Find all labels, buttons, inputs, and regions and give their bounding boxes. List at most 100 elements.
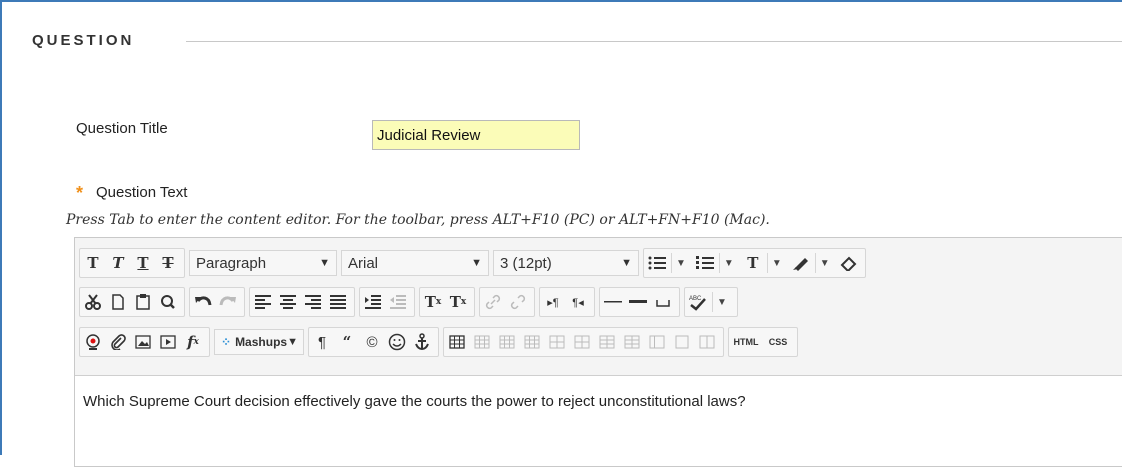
- copy-icon[interactable]: [107, 289, 129, 315]
- html-button[interactable]: HTML: [731, 329, 761, 355]
- script-group: Tx Tx: [419, 287, 475, 317]
- horizontal-line-icon[interactable]: [602, 289, 624, 315]
- font-family-select-value: Arial: [348, 254, 379, 272]
- question-text-label: Question Text: [96, 184, 188, 201]
- paragraph-select-value: Paragraph: [196, 254, 267, 272]
- unlink-icon[interactable]: [507, 289, 529, 315]
- align-right-icon[interactable]: [302, 289, 324, 315]
- editor-content[interactable]: Which Supreme Court decision effectively…: [83, 393, 746, 410]
- insert-media-group: fx: [79, 327, 210, 357]
- table-insert-row-icon[interactable]: [546, 329, 568, 355]
- table-cell-icon[interactable]: [521, 329, 543, 355]
- text-color-icon: T: [747, 254, 759, 272]
- css-button[interactable]: CSS: [764, 329, 792, 355]
- eraser-icon[interactable]: [838, 250, 860, 276]
- chevron-down-icon: ▼: [287, 336, 298, 348]
- toolbar-row-1: T T T T Paragraph ▼ Arial ▼ 3 (12pt) ▼ ▼…: [79, 246, 870, 280]
- chevron-down-icon[interactable]: ▼: [766, 253, 786, 273]
- source-group: HTML CSS: [728, 327, 798, 357]
- mashups-icon: ⁘: [221, 335, 232, 349]
- editor-toolbar: T T T T Paragraph ▼ Arial ▼ 3 (12pt) ▼ ▼…: [75, 238, 1122, 376]
- thick-line-icon[interactable]: [627, 289, 649, 315]
- font-family-select[interactable]: Arial ▼: [341, 250, 489, 276]
- toolbar-row-2: Tx Tx ▸¶ ¶◂ ABC ▼: [79, 285, 742, 319]
- record-icon[interactable]: [82, 329, 104, 355]
- chevron-down-icon[interactable]: ▼: [718, 253, 738, 273]
- alignment-group: [249, 287, 355, 317]
- editor-hint: Press Tab to enter the content editor. F…: [66, 212, 770, 228]
- redo-icon[interactable]: [217, 289, 239, 315]
- paragraph-select[interactable]: Paragraph ▼: [189, 250, 337, 276]
- justify-icon[interactable]: [327, 289, 349, 315]
- chevron-down-icon: ▼: [471, 257, 482, 269]
- ltr-icon[interactable]: ▸¶: [542, 289, 564, 315]
- superscript-glyph: T: [424, 293, 436, 311]
- insert-image-icon[interactable]: [132, 329, 154, 355]
- table-group: [443, 327, 724, 357]
- bullet-list-button[interactable]: ▼: [646, 250, 690, 276]
- superscript-x: x: [435, 297, 442, 307]
- emoticon-icon[interactable]: [386, 329, 408, 355]
- highlighter-icon: [790, 250, 812, 276]
- question-title-input[interactable]: [372, 120, 580, 150]
- italic-button[interactable]: T: [107, 250, 129, 276]
- numbered-list-button[interactable]: ▼: [694, 250, 738, 276]
- strikethrough-button[interactable]: T: [157, 250, 179, 276]
- chevron-down-icon[interactable]: ▼: [712, 292, 731, 312]
- direction-group: ▸¶ ¶◂: [539, 287, 595, 317]
- paragraph-mark-icon[interactable]: ¶: [311, 329, 333, 355]
- table-delete-row-icon[interactable]: [571, 329, 593, 355]
- math-formula-icon[interactable]: fx: [182, 329, 204, 355]
- blockquote-icon[interactable]: “: [336, 329, 358, 355]
- spellcheck-icon: ABC: [687, 289, 709, 315]
- anchor-icon[interactable]: [411, 329, 433, 355]
- mashups-select[interactable]: ⁘ Mashups ▼: [214, 329, 304, 355]
- text-color-button[interactable]: T ▼: [742, 250, 786, 276]
- rtl-icon[interactable]: ¶◂: [567, 289, 589, 315]
- clipboard-group: [79, 287, 185, 317]
- nonbreaking-space-icon[interactable]: [652, 289, 674, 315]
- link-icon[interactable]: [482, 289, 504, 315]
- table-split-icon[interactable]: [696, 329, 718, 355]
- attach-file-icon[interactable]: [107, 329, 129, 355]
- toolbar-row-3: fx ⁘ Mashups ▼ ¶ “ © HTML CSS: [79, 325, 802, 359]
- table-delete-column-icon[interactable]: [621, 329, 643, 355]
- align-left-icon[interactable]: [252, 289, 274, 315]
- text-style-group: T T T T: [79, 248, 185, 278]
- chevron-down-icon[interactable]: ▼: [814, 253, 834, 273]
- insert-symbols-group: ¶ “ ©: [308, 327, 439, 357]
- table-column-icon[interactable]: [496, 329, 518, 355]
- svg-text:ABC: ABC: [689, 296, 702, 302]
- mashups-label: Mashups: [235, 335, 288, 349]
- numbered-list-icon: [694, 250, 716, 276]
- paste-icon[interactable]: [132, 289, 154, 315]
- indent-group: [359, 287, 415, 317]
- find-icon[interactable]: [157, 289, 179, 315]
- spellcheck-button[interactable]: ABC ▼: [687, 289, 731, 315]
- bold-button[interactable]: T: [82, 250, 104, 276]
- insert-media-icon[interactable]: [157, 329, 179, 355]
- underline-button[interactable]: T: [132, 250, 154, 276]
- indent-icon[interactable]: [362, 289, 384, 315]
- chevron-down-icon[interactable]: ▼: [671, 253, 690, 273]
- bullet-list-icon: [646, 250, 668, 276]
- highlight-color-button[interactable]: ▼: [790, 250, 834, 276]
- table-insert-column-icon[interactable]: [596, 329, 618, 355]
- required-icon: *: [76, 183, 84, 203]
- font-size-select[interactable]: 3 (12pt) ▼: [493, 250, 639, 276]
- table-cell-props-icon[interactable]: [671, 329, 693, 355]
- undo-icon[interactable]: [192, 289, 214, 315]
- copyright-icon[interactable]: ©: [361, 329, 383, 355]
- align-center-icon[interactable]: [277, 289, 299, 315]
- superscript-icon[interactable]: Tx: [422, 289, 444, 315]
- table-row-icon[interactable]: [471, 329, 493, 355]
- cut-icon[interactable]: [82, 289, 104, 315]
- history-group: [189, 287, 245, 317]
- outdent-icon[interactable]: [387, 289, 409, 315]
- question-title-label: Question Title: [76, 120, 168, 137]
- subscript-icon[interactable]: Tx: [447, 289, 469, 315]
- section-heading: QUESTION: [32, 32, 135, 49]
- list-group: ▼ ▼ T ▼ ▼: [643, 248, 866, 278]
- table-merge-icon[interactable]: [646, 329, 668, 355]
- insert-table-icon[interactable]: [446, 329, 468, 355]
